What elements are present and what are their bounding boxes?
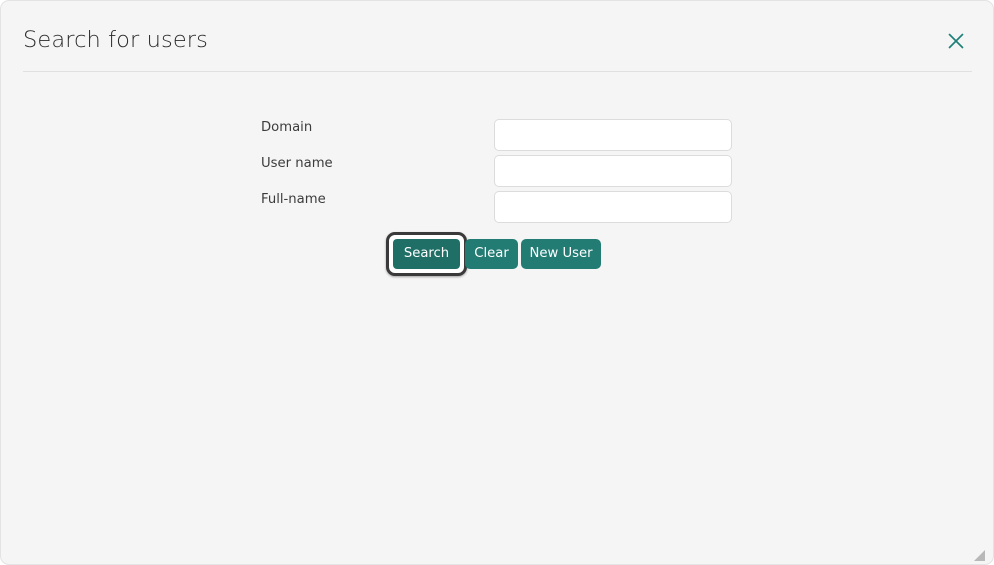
dialog-header: Search for users [1,1,993,72]
resize-grip-icon[interactable] [973,547,986,561]
page-title: Search for users [23,27,208,53]
search-for-users-window: Search for users Domain User name Full-n… [0,0,994,565]
full-name-input[interactable] [494,191,732,223]
header-divider [23,71,972,72]
user-name-input[interactable] [494,155,732,187]
domain-label: Domain [261,120,313,135]
close-icon [946,31,966,51]
clear-button[interactable]: Clear [465,239,518,269]
user-name-label: User name [261,156,333,171]
close-button[interactable] [937,22,975,60]
full-name-label: Full-name [261,192,326,207]
domain-input[interactable] [494,119,732,151]
search-button[interactable]: Search [393,239,460,269]
new-user-button[interactable]: New User [521,239,601,269]
